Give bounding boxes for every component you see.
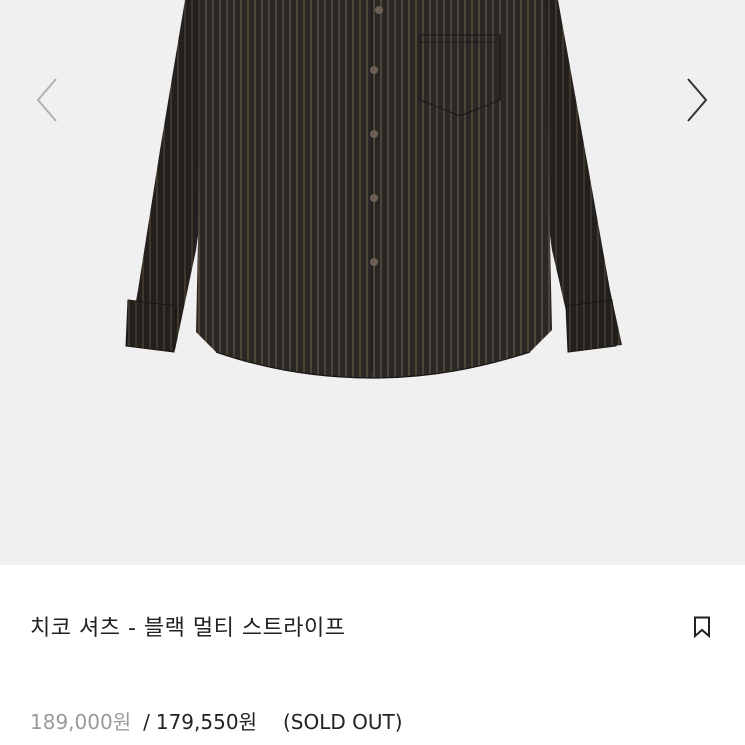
price-row: 189,000원 / 179,550원 (SOLD OUT) [30, 706, 403, 735]
stock-status: (SOLD OUT) [282, 710, 403, 734]
next-image-button[interactable] [672, 72, 722, 128]
bookmark-button[interactable] [688, 613, 716, 641]
previous-image-button[interactable] [22, 72, 72, 128]
bookmark-icon [694, 616, 710, 638]
product-image-gallery [0, 0, 745, 565]
product-info: 치코 셔츠 - 블랙 멀티 스트라이프 189,000원 / 179,550원 … [0, 565, 745, 745]
original-price: 189,000원 [30, 710, 132, 734]
chevron-left-icon [36, 78, 57, 122]
product-image [125, 0, 622, 379]
chevron-right-icon [687, 78, 708, 122]
product-title: 치코 셔츠 - 블랙 멀티 스트라이프 [30, 616, 346, 641]
price-separator: / [143, 710, 150, 734]
sale-price: 179,550원 [155, 710, 257, 734]
